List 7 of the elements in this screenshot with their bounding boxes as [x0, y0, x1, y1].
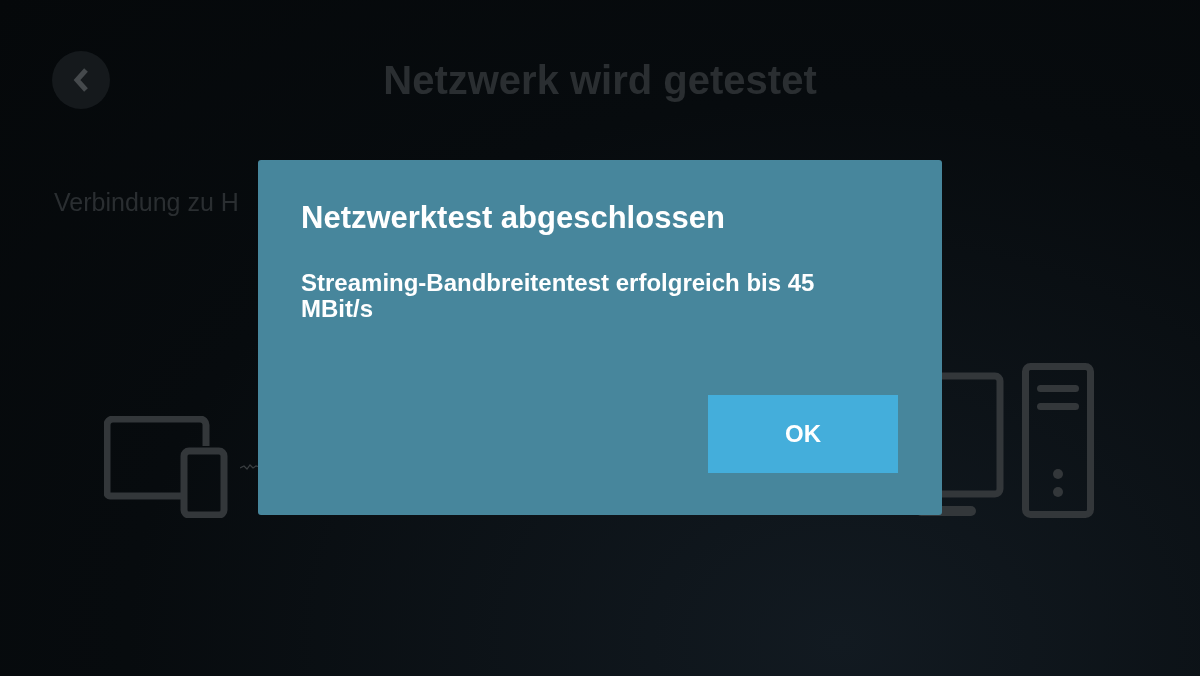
laptop-phone-icon [104, 416, 228, 518]
ok-button[interactable]: OK [708, 395, 898, 473]
dialog-title: Netzwerktest abgeschlossen [301, 200, 726, 236]
dialog-message: Streaming-Bandbreitentest erfolgreich bis 45 MBit/s [301, 270, 816, 323]
back-icon [72, 67, 90, 93]
tower-pc-icon [1022, 363, 1094, 518]
signal-wave-icon [240, 464, 260, 470]
